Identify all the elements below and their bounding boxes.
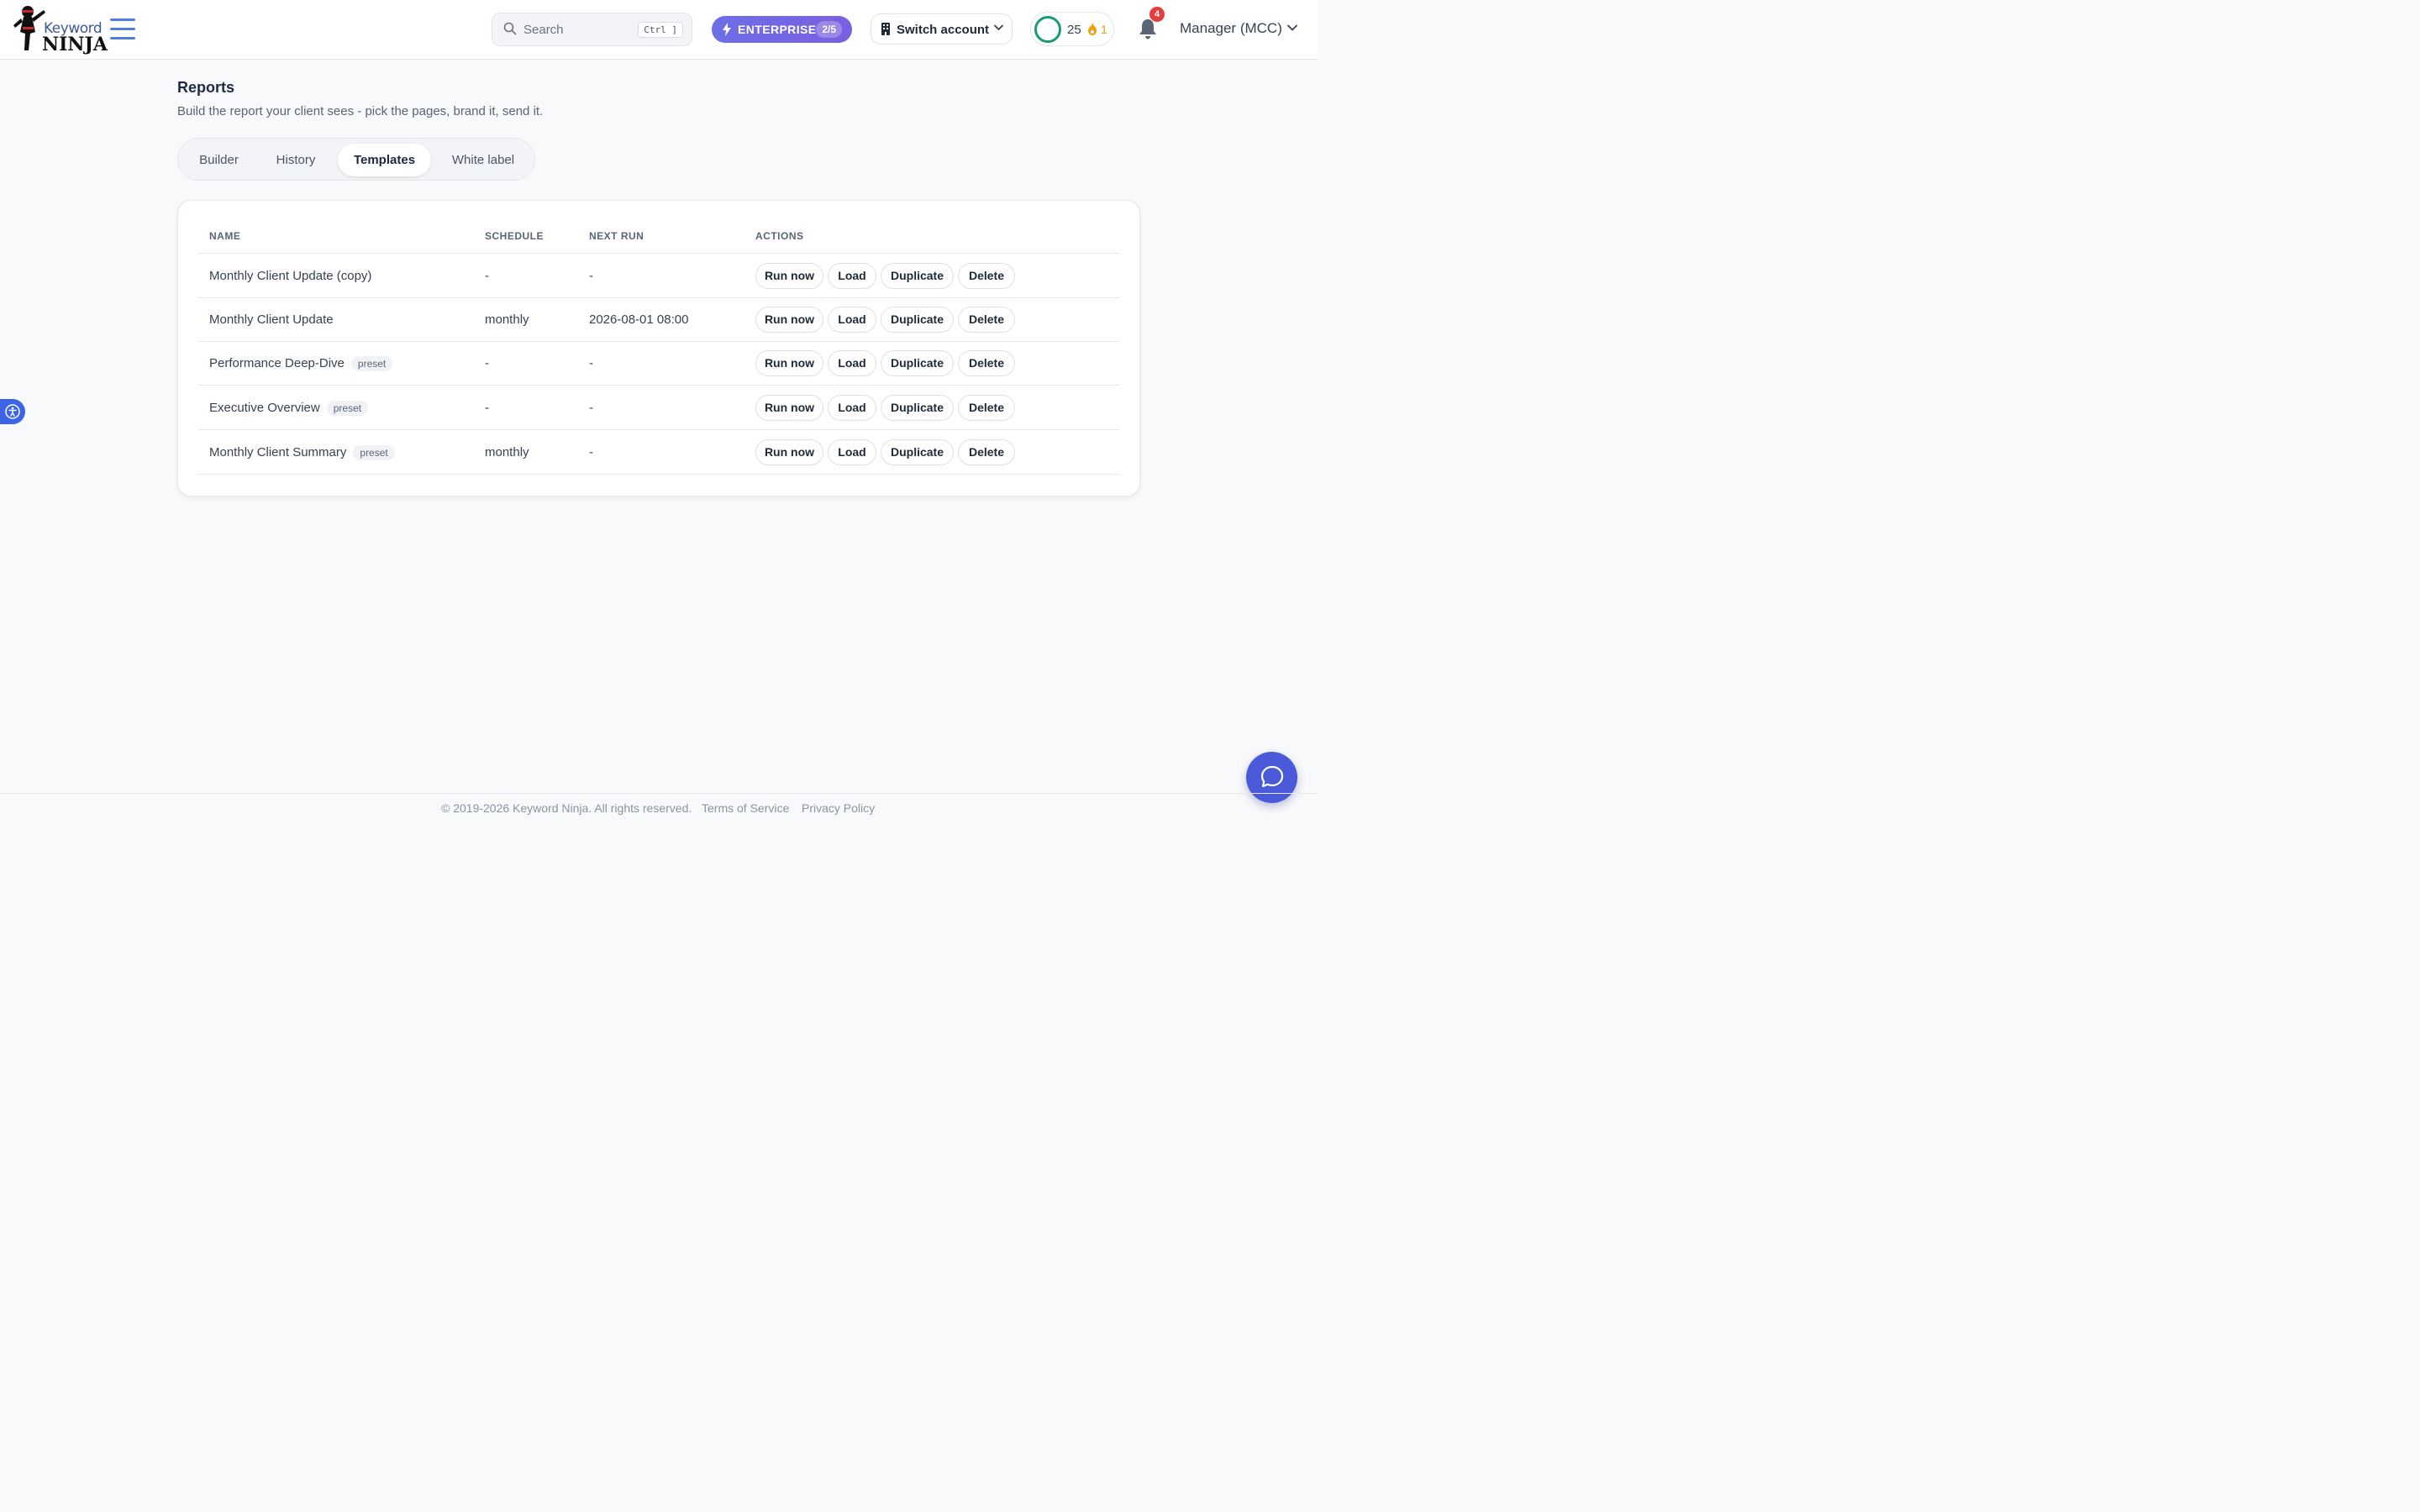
account-menu-label[interactable]: Manager (MCC)	[1180, 20, 1282, 37]
next-run-cell: 2026-08-01 08:00	[589, 312, 689, 327]
table-divider	[198, 429, 1119, 430]
run-now-button[interactable]: Run now	[755, 263, 823, 289]
brand-logo[interactable]: Keyword NINJA	[13, 3, 108, 55]
tab-builder[interactable]: Builder	[187, 144, 250, 176]
column-header-schedule: SCHEDULE	[485, 230, 544, 242]
column-header-name: NAME	[209, 230, 241, 242]
load-button[interactable]: Load	[828, 307, 876, 333]
template-name-cell: Executive Overview preset	[209, 401, 369, 417]
search-placeholder: Search	[523, 23, 564, 37]
chevron-down-icon[interactable]	[1287, 24, 1297, 31]
delete-button[interactable]: Delete	[958, 439, 1015, 465]
column-header-next-run: NEXT RUN	[589, 230, 644, 242]
run-now-button[interactable]: Run now	[755, 395, 823, 421]
column-header-actions: ACTIONS	[755, 230, 804, 242]
score-ring	[1034, 16, 1061, 43]
accessibility-button[interactable]	[0, 399, 25, 424]
tab-history[interactable]: History	[264, 144, 328, 176]
preset-tag: preset	[326, 401, 369, 417]
brand-word-bottom: NINJA	[42, 34, 108, 55]
template-name: Monthly Client Summary	[209, 445, 347, 459]
accessibility-icon	[5, 404, 20, 419]
run-now-button[interactable]: Run now	[755, 350, 823, 376]
schedule-cell: -	[485, 401, 489, 415]
delete-button[interactable]: Delete	[958, 307, 1015, 333]
plan-count: 2/5	[816, 21, 842, 38]
hamburger-menu-icon[interactable]	[110, 18, 135, 40]
notification-count-badge: 4	[1150, 7, 1165, 22]
template-name: Executive Overview	[209, 401, 320, 415]
table-divider	[198, 341, 1119, 342]
streak-value: 1	[1101, 23, 1107, 36]
footer-copyright: © 2019-2026 Keyword Ninja. All rights re…	[441, 801, 692, 815]
page-subtitle: Build the report your client sees - pick…	[177, 104, 544, 118]
switch-account-label: Switch account	[897, 23, 990, 37]
chevron-down-icon	[994, 24, 1003, 31]
duplicate-button[interactable]: Duplicate	[881, 263, 954, 289]
building-icon	[881, 23, 890, 35]
schedule-cell: monthly	[485, 445, 529, 459]
template-name: Monthly Client Update	[209, 312, 334, 327]
chat-icon	[1260, 765, 1284, 788]
load-button[interactable]: Load	[828, 439, 876, 465]
duplicate-button[interactable]: Duplicate	[881, 395, 954, 421]
load-button[interactable]: Load	[828, 395, 876, 421]
template-name-cell: Performance Deep-Dive preset	[209, 356, 393, 372]
tab-templates[interactable]: Templates	[338, 144, 431, 176]
template-name: Performance Deep-Dive	[209, 356, 345, 370]
search-input[interactable]: Search Ctrl ]	[492, 13, 692, 46]
schedule-cell: -	[485, 269, 489, 283]
next-run-cell: -	[589, 401, 593, 415]
bell-icon[interactable]	[1138, 18, 1158, 40]
load-button[interactable]: Load	[828, 263, 876, 289]
table-divider	[198, 297, 1119, 298]
plan-badge-button[interactable]: ENTERPRISE 2/5	[712, 16, 852, 43]
delete-button[interactable]: Delete	[958, 395, 1015, 421]
template-name-cell: Monthly Client Summary preset	[209, 445, 395, 461]
preset-tag: preset	[350, 356, 393, 372]
duplicate-button[interactable]: Duplicate	[881, 307, 954, 333]
terms-of-service-link[interactable]: Terms of Service	[702, 801, 789, 815]
next-run-cell: -	[589, 269, 593, 283]
score-value: 25	[1067, 23, 1081, 37]
tab-white-label[interactable]: White label	[441, 144, 525, 176]
table-divider	[198, 253, 1119, 254]
search-icon	[503, 22, 517, 35]
duplicate-button[interactable]: Duplicate	[881, 350, 954, 376]
top-bar: Keyword NINJA Search Ctrl ] ENTERPRISE 2…	[0, 0, 1318, 60]
plan-label: ENTERPRISE	[738, 23, 817, 36]
duplicate-button[interactable]: Duplicate	[881, 439, 954, 465]
page-title: Reports	[177, 79, 235, 96]
table-divider	[198, 385, 1119, 386]
template-name-cell: Monthly Client Update (copy)	[209, 269, 371, 283]
switch-account-button[interactable]: Switch account	[871, 13, 1013, 45]
run-now-button[interactable]: Run now	[755, 439, 823, 465]
schedule-cell: monthly	[485, 312, 529, 327]
template-name: Monthly Client Update (copy)	[209, 269, 372, 283]
delete-button[interactable]: Delete	[958, 350, 1015, 376]
fire-icon	[1088, 23, 1097, 35]
search-shortcut-hint: Ctrl ]	[638, 22, 683, 38]
next-run-cell: -	[589, 356, 593, 370]
table-divider	[198, 474, 1119, 475]
template-name-cell: Monthly Client Update	[209, 312, 334, 327]
privacy-policy-link[interactable]: Privacy Policy	[802, 801, 875, 815]
delete-button[interactable]: Delete	[958, 263, 1015, 289]
schedule-cell: -	[485, 356, 489, 370]
load-button[interactable]: Load	[828, 350, 876, 376]
score-widget[interactable]: 25 1	[1030, 12, 1114, 46]
report-tabs: Builder History Templates White label	[177, 138, 535, 181]
run-now-button[interactable]: Run now	[755, 307, 823, 333]
bolt-icon	[723, 23, 731, 36]
preset-tag: preset	[353, 445, 395, 461]
next-run-cell: -	[589, 445, 593, 459]
